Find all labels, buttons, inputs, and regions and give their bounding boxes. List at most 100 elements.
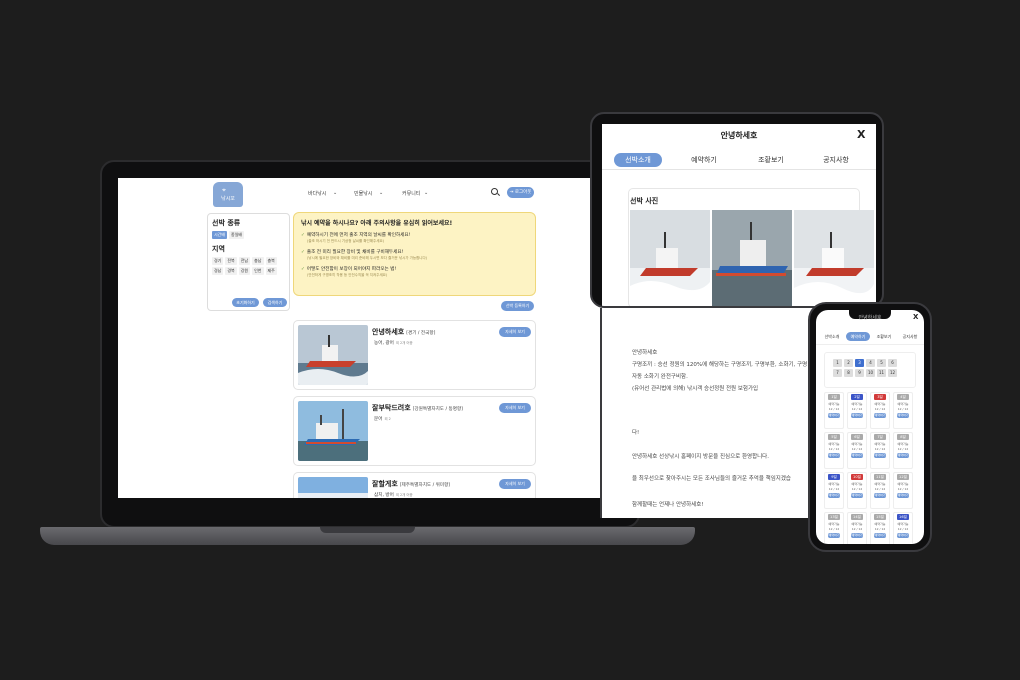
- reserve-button[interactable]: 예약하기: [828, 533, 840, 538]
- tablet-line: (유어선 관리법에 의해) 낚시객 승선정원 전원 보험가입: [632, 386, 759, 392]
- calendar-day: 11일 예약가능 12 / 12 예약하기: [870, 472, 890, 509]
- tablet-line: 안녕하세호: [632, 350, 658, 356]
- day-label: 4일: [897, 394, 909, 400]
- reserve-button[interactable]: 예약하기: [897, 533, 909, 538]
- notice-text: 어떻도 안전함이 보장이 되어야지 파라오는 법!: [306, 267, 397, 272]
- reserve-button[interactable]: 예약하기: [851, 453, 863, 458]
- reserve-button[interactable]: 예약하기: [828, 453, 840, 458]
- ship-photo: [712, 210, 792, 306]
- tab-reservation[interactable]: 예약하기: [680, 153, 728, 167]
- reserve-button[interactable]: 예약하기: [828, 493, 840, 498]
- reset-button[interactable]: 초기화하기: [232, 298, 259, 307]
- chip-region[interactable]: 전남: [238, 257, 251, 265]
- chip-ship-type[interactable]: 종일배: [229, 231, 245, 239]
- month-button[interactable]: 8: [844, 369, 853, 377]
- reserve-button[interactable]: 예약하기: [851, 413, 863, 418]
- ship-fish-note: 외 2개 어종: [395, 493, 413, 497]
- reserve-button[interactable]: 예약하기: [874, 493, 886, 498]
- chip-region[interactable]: 경북: [225, 267, 237, 275]
- month-button[interactable]: 7: [833, 369, 842, 377]
- chip-region[interactable]: 제주: [265, 267, 277, 275]
- tab-catch-report[interactable]: 조황보기: [747, 153, 795, 167]
- ship-name: 안녕하세호 [경기 / 전국항]: [372, 327, 435, 337]
- chip-region[interactable]: 전북: [225, 257, 237, 265]
- day-seats: 12 / 12: [828, 487, 840, 491]
- day-label: 12일: [897, 474, 909, 480]
- reserve-button[interactable]: 예약하기: [874, 453, 886, 458]
- ship-photo: [298, 325, 368, 385]
- ship-name-text: 잘할게호: [372, 480, 398, 488]
- reserve-button[interactable]: 예약하기: [897, 453, 909, 458]
- month-button[interactable]: 2: [844, 359, 853, 367]
- day-label: 14일: [851, 514, 863, 520]
- month-selector: 1 2 3 4 5 6 7 8 9 10 11 12: [824, 352, 916, 388]
- month-button[interactable]: 11: [877, 369, 886, 377]
- tab-ship-intro[interactable]: 선박소개: [614, 153, 662, 167]
- chip-ship-type[interactable]: 시간배: [212, 231, 228, 239]
- day-label: 11일: [874, 474, 886, 480]
- search-button[interactable]: 검색하기: [263, 298, 287, 307]
- month-button[interactable]: 9: [855, 369, 864, 377]
- close-icon[interactable]: X: [857, 128, 865, 141]
- reserve-button[interactable]: 예약하기: [874, 413, 886, 418]
- calendar-day: 4일 예약가능 12 / 12 예약하기: [893, 392, 913, 429]
- chip-region[interactable]: 인천: [252, 267, 264, 275]
- day-label: 15일: [874, 514, 886, 520]
- ship-card[interactable]: 안녕하세호 [경기 / 전국항] 농어, 광어 외 2개 어종 자세히 보기: [293, 320, 536, 390]
- reserve-button[interactable]: 예약하기: [828, 413, 840, 418]
- chip-region[interactable]: 경남: [212, 267, 224, 275]
- tab-catch-report[interactable]: 조황보기: [872, 332, 896, 341]
- ship-fish-text: 삼치, 방어: [374, 493, 394, 498]
- nav-community[interactable]: 커뮤니티: [402, 190, 420, 197]
- ship-name-text: 잘부탁드려호: [372, 404, 411, 412]
- logout-button[interactable]: ⇥ 로그아웃: [507, 187, 534, 198]
- close-icon[interactable]: X: [913, 313, 918, 321]
- search-icon[interactable]: [491, 188, 498, 195]
- reserve-button[interactable]: 예약하기: [897, 413, 909, 418]
- month-button[interactable]: 6: [888, 359, 897, 367]
- tab-notice[interactable]: 공지사항: [898, 332, 922, 341]
- check-icon: ✓: [301, 267, 305, 272]
- month-button[interactable]: 10: [866, 369, 875, 377]
- reserve-button[interactable]: 예약하기: [851, 493, 863, 498]
- modal-title: 안녕하세호: [858, 315, 882, 321]
- site-logo[interactable]: ⌖ 낚시꼬: [213, 182, 243, 207]
- ship-name-text: 안녕하세호: [372, 328, 405, 336]
- phone-screen: 안녕하세호 X 선박소개 예약하기 조황보기 공지사항 1 2 3 4 5 6 7 8 9 10 1…: [816, 310, 924, 544]
- chip-region[interactable]: 충남: [252, 257, 264, 265]
- detail-button[interactable]: 자세히 보기: [499, 327, 531, 337]
- day-label: 7일: [874, 434, 886, 440]
- day-label: 10일: [851, 474, 863, 480]
- month-button[interactable]: 5: [877, 359, 886, 367]
- register-ship-button[interactable]: 선박 등록하기: [501, 301, 534, 311]
- tab-notice[interactable]: 공지사항: [812, 153, 860, 167]
- logout-label: 로그아웃: [514, 190, 532, 195]
- reserve-button[interactable]: 예약하기: [851, 533, 863, 538]
- chip-region[interactable]: 충북: [265, 257, 277, 265]
- month-button[interactable]: 1: [833, 359, 842, 367]
- chip-region[interactable]: 경기: [212, 257, 224, 265]
- day-seats: 12 / 12: [897, 407, 909, 411]
- reserve-button[interactable]: 예약하기: [874, 533, 886, 538]
- reserve-button[interactable]: 예약하기: [897, 493, 909, 498]
- chip-region[interactable]: 강원: [238, 267, 251, 275]
- day-label: 5일: [828, 434, 840, 440]
- calendar-day: 12일 예약가능 12 / 12 예약하기: [893, 472, 913, 509]
- tablet-line: 안녕하세호 선상낚시 홈페이지 방문을 진심으로 환영합니다.: [632, 454, 769, 460]
- detail-button[interactable]: 자세히 보기: [499, 479, 531, 489]
- ship-fish-note: 외 2개 어종: [395, 341, 413, 345]
- notice-text: 예약하시기 전에 먼저 출조 지역의 날씨를 확인하세요!: [306, 233, 411, 238]
- month-button[interactable]: 12: [888, 369, 897, 377]
- ship-fish-text: 문어: [374, 417, 383, 422]
- day-seats: 12 / 12: [851, 407, 863, 411]
- ship-card[interactable]: 잘부탁드려호 [강원특별자치도 / 동명항] 문어 외 2 자세히 보기: [293, 396, 536, 466]
- nav-sea-fishing[interactable]: 바다낚시: [308, 190, 326, 197]
- tab-reservation[interactable]: 예약하기: [846, 332, 870, 341]
- tab-ship-intro[interactable]: 선박소개: [820, 332, 844, 341]
- detail-button[interactable]: 자세히 보기: [499, 403, 531, 413]
- month-button[interactable]: 3: [855, 359, 864, 367]
- nav-freshwater-fishing[interactable]: 민물낚시: [354, 190, 372, 197]
- check-icon: ✓: [301, 250, 305, 255]
- month-button[interactable]: 4: [866, 359, 875, 367]
- ship-card[interactable]: 잘할게호 [제주특별자치도 / 위미항] 삼치, 방어 외 2개 어종 자세히 보기: [293, 472, 536, 498]
